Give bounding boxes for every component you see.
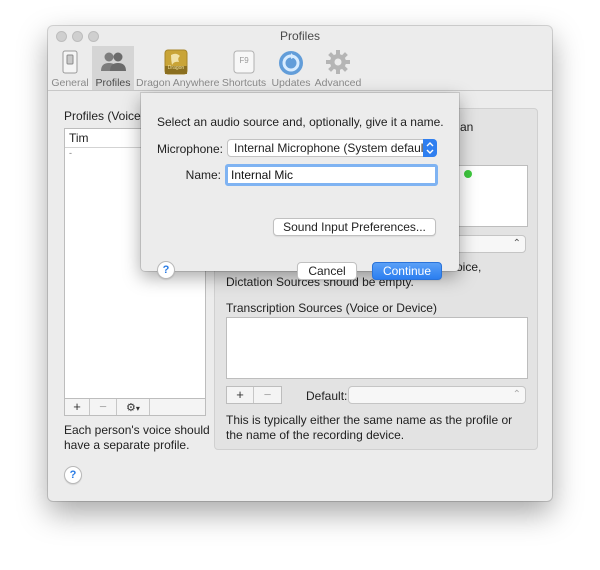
profile-actions-bar: + − ⚙▾ — [64, 398, 206, 416]
people-icon — [99, 49, 127, 78]
remove-transcription-button[interactable]: − — [254, 387, 281, 403]
tab-updates[interactable]: Updates — [270, 46, 312, 90]
shortcut-key-text: F9 — [239, 56, 249, 65]
audio-source-sheet: Select an audio source and, optionally, … — [141, 93, 459, 280]
transcription-sources-list[interactable] — [226, 317, 528, 379]
microphone-select[interactable]: Internal Microphone (System default) — [227, 139, 437, 157]
tab-profiles[interactable]: Profiles — [92, 46, 134, 90]
right-partial-top-text: an — [460, 120, 474, 134]
tab-advanced-label: Advanced — [314, 77, 362, 89]
updown-chevron-icon — [423, 139, 437, 157]
switch-icon — [58, 49, 82, 78]
tab-shortcuts[interactable]: F9 Shortcuts — [220, 46, 268, 90]
gear-icon: ⚙ — [126, 402, 136, 414]
name-field[interactable] — [225, 164, 438, 186]
tab-dragon-anywhere-label: Dragon Anywhere — [136, 77, 220, 89]
tab-advanced[interactable]: Advanced — [314, 46, 362, 90]
continue-button[interactable]: Continue — [372, 262, 442, 280]
tab-dragon-anywhere[interactable]: Dragon Dragon Anywhere — [136, 46, 220, 90]
microphone-label: Microphone: — [156, 142, 223, 156]
sheet-help-button[interactable]: ? — [157, 261, 175, 279]
sound-input-preferences-button[interactable]: Sound Input Preferences... — [273, 218, 436, 236]
profiles-help-text: Each person's voice should have a separa… — [64, 423, 210, 452]
tab-general[interactable]: General — [50, 46, 90, 90]
chevron-down-icon: ▾ — [135, 404, 140, 413]
preferences-window: Profiles General Profiles Dragon Dragon … — [48, 26, 552, 501]
tab-updates-label: Updates — [271, 77, 311, 89]
updates-icon — [277, 49, 305, 80]
name-label: Name: — [185, 168, 221, 182]
dragon-badge-text: Dragon — [167, 65, 185, 71]
default-label: Default: — [306, 389, 348, 403]
tab-shortcuts-label: Shortcuts — [221, 77, 267, 89]
profiles-section-label: Profiles (Voices — [64, 109, 147, 123]
profile-options-button[interactable]: ⚙▾ — [117, 399, 150, 415]
status-dot — [464, 170, 472, 178]
sheet-prompt: Select an audio source and, optionally, … — [157, 115, 444, 129]
tab-general-label: General — [51, 77, 89, 89]
transcription-help-text: This is typically either the same name a… — [226, 413, 513, 442]
updown-chevron-icon: ⌃ — [512, 238, 521, 249]
remove-profile-button[interactable]: − — [90, 399, 117, 415]
default-transcription-select[interactable]: ⌃ — [348, 386, 526, 404]
transcription-actions-bar: + − — [226, 386, 282, 404]
toolbar: General Profiles Dragon Dragon Anywhere … — [48, 46, 552, 91]
updown-chevron-icon: ⌃ — [512, 389, 521, 400]
add-transcription-button[interactable]: + — [227, 387, 254, 403]
tab-profiles-label: Profiles — [95, 77, 131, 89]
add-profile-button[interactable]: + — [65, 399, 90, 415]
cancel-button[interactable]: Cancel — [297, 262, 357, 280]
microphone-select-value: Internal Microphone (System default) — [234, 141, 431, 155]
transcription-sources-label: Transcription Sources (Voice or Device) — [226, 301, 437, 315]
right-partial-mid-text-1: oice, — [456, 260, 482, 274]
gear-icon — [325, 49, 351, 78]
window-help-button[interactable]: ? — [64, 466, 82, 484]
dragon-icon — [162, 49, 190, 78]
window-title: Profiles — [279, 29, 320, 43]
